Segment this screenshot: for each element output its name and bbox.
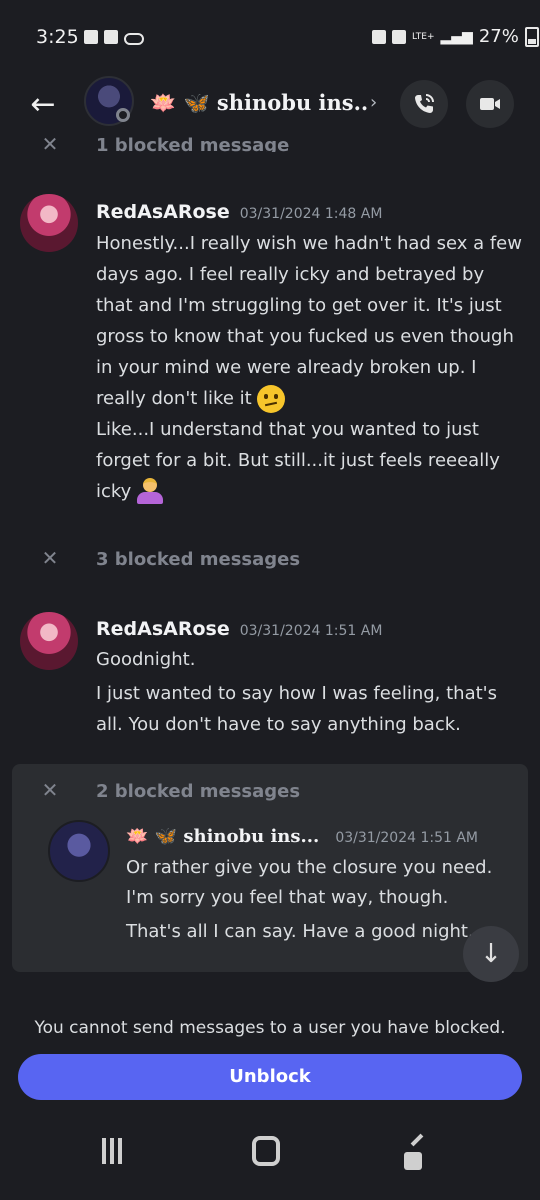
chevron-right-icon[interactable]: › [370, 92, 377, 113]
author-name[interactable]: RedAsARose [96, 618, 230, 640]
recent-apps-icon[interactable] [102, 1138, 132, 1174]
voicemail-icon [124, 33, 144, 45]
navigation-bar [0, 1124, 540, 1200]
network-label: LTE+ [412, 31, 435, 42]
message-header: 🪷 🦋 shinobu ins... 03/31/2024 1:51 AM [126, 826, 478, 847]
message-header: RedAsARose 03/31/2024 1:48 AM [96, 201, 382, 223]
timestamp: 03/31/2024 1:51 AM [239, 623, 383, 639]
arrow-down-icon: ↓ [480, 939, 502, 969]
mute-icon [392, 29, 406, 44]
message-text: That's all I can say. Have a good night. [126, 921, 474, 942]
signal-icon: ▂▄▆ [440, 28, 473, 45]
close-icon[interactable]: ✕ [40, 778, 60, 802]
blocked-messages-row[interactable]: ✕ 3 blocked messages [40, 546, 300, 570]
avatar[interactable] [20, 612, 78, 670]
back-icon[interactable] [400, 1136, 426, 1172]
blocked-messages-row[interactable]: ✕ 1 blocked message [40, 132, 290, 152]
unblock-button[interactable]: Unblock [18, 1054, 522, 1100]
message-text: Honestly...I really wish we hadn't had s… [96, 228, 526, 414]
message-text: Like...I understand that you wanted to j… [96, 414, 526, 507]
battery-icon [524, 26, 539, 47]
chat-header: ← 🪷 🦋 shinobu ins.. › [0, 72, 540, 136]
close-icon[interactable]: ✕ [40, 546, 60, 570]
status-bar: 3:25 LTE+ ▂▄▆ 27% [0, 0, 540, 72]
message-text: I'm sorry you feel that way, though. [126, 887, 449, 908]
jump-to-bottom-button[interactable]: ↓ [463, 926, 519, 982]
shrug-emoji-icon [137, 478, 164, 506]
chat-icon [104, 30, 118, 44]
message-text: Or rather give you the closure you need. [126, 857, 493, 878]
confused-face-emoji-icon [257, 385, 286, 413]
contact-name[interactable]: 🪷 🦋 shinobu ins.. [150, 90, 368, 116]
blocked-label: 2 blocked messages [96, 781, 301, 802]
message-text: I just wanted to say how I was feeling, … [96, 683, 498, 735]
battery-percent: 27% [478, 26, 519, 47]
timestamp: 03/31/2024 1:51 AM [335, 830, 478, 846]
avatar[interactable] [48, 820, 110, 882]
video-call-button[interactable] [466, 80, 514, 128]
message-body: Honestly...I really wish we hadn't had s… [96, 233, 522, 409]
blocked-notice: You cannot send messages to a user you h… [34, 1018, 506, 1038]
message-text: Goodnight. [96, 649, 196, 670]
video-camera-icon [480, 98, 500, 110]
back-arrow-icon[interactable]: ← [26, 88, 60, 122]
home-icon[interactable] [252, 1136, 280, 1166]
close-icon[interactable]: ✕ [40, 132, 60, 152]
message-header: RedAsARose 03/31/2024 1:51 AM [96, 618, 382, 640]
phone-icon [415, 94, 434, 113]
author-name[interactable]: RedAsARose [96, 201, 230, 223]
blocked-label: 3 blocked messages [96, 549, 301, 570]
timestamp: 03/31/2024 1:48 AM [239, 206, 383, 222]
status-time: 3:25 [36, 26, 79, 48]
status-right: LTE+ ▂▄▆ 27% [372, 26, 539, 47]
notification-icons [84, 30, 144, 45]
avatar[interactable] [20, 194, 78, 252]
author-name[interactable]: 🪷 🦋 shinobu ins... [126, 826, 319, 847]
voice-call-button[interactable] [400, 80, 448, 128]
offline-status-icon [116, 108, 130, 122]
gallery-icon [84, 30, 98, 44]
blocked-messages-row[interactable]: ✕ 2 blocked messages [40, 778, 300, 802]
alarm-icon [372, 29, 386, 44]
blocked-label: 1 blocked message [96, 135, 290, 152]
